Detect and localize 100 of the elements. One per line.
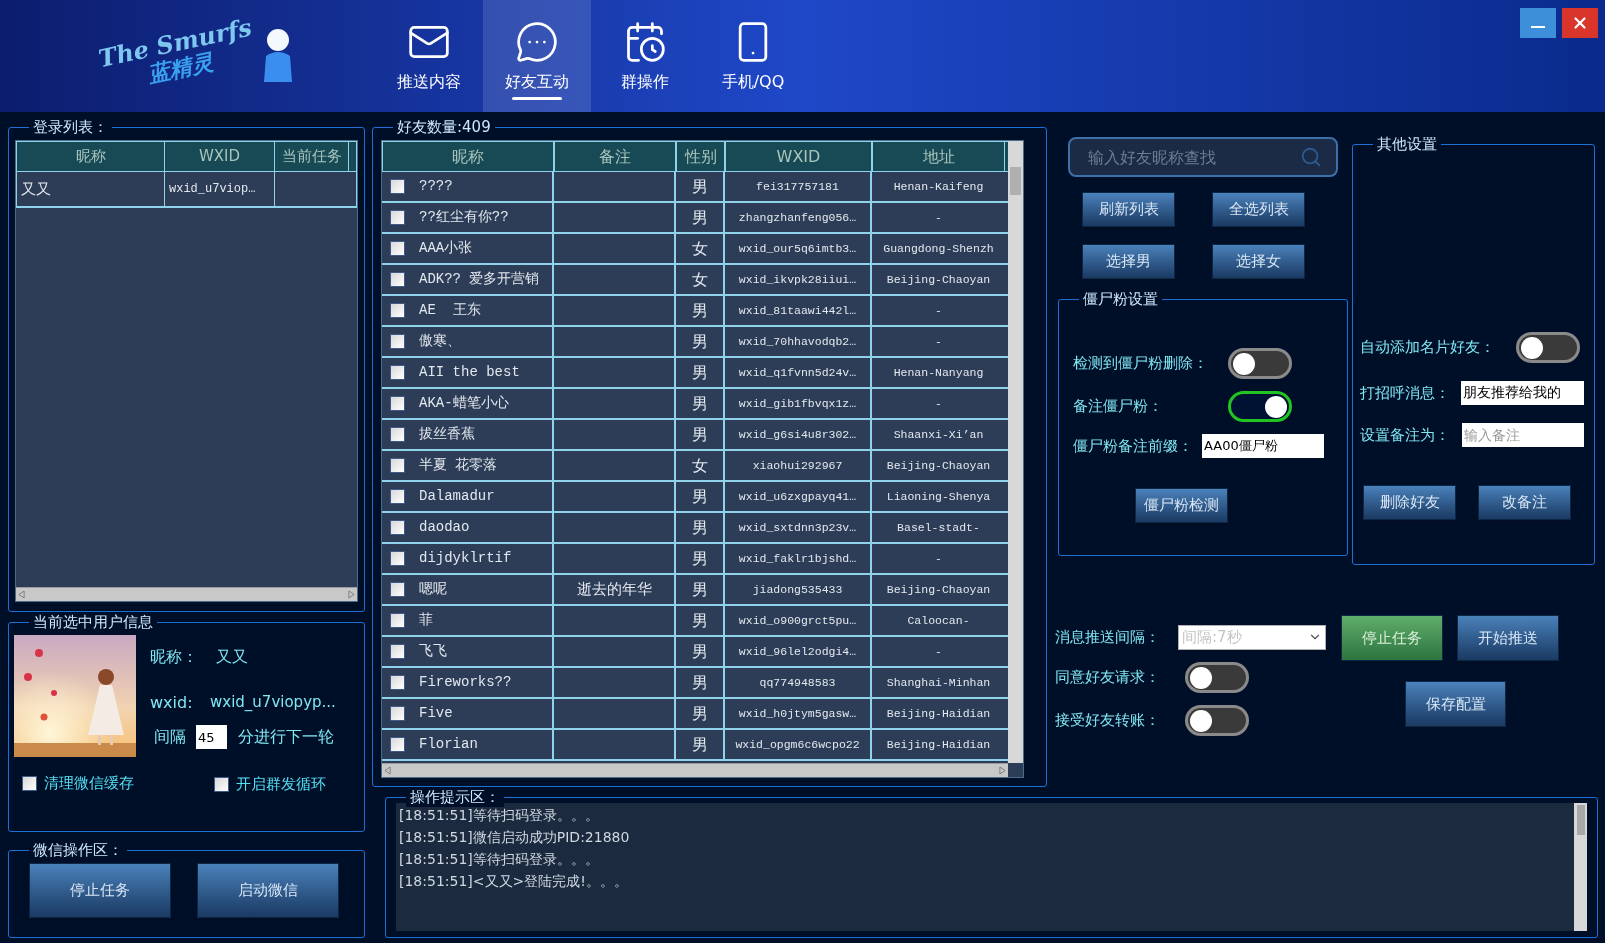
table-cell-text: Five (419, 704, 453, 723)
column-header[interactable]: 当前任务 (275, 142, 349, 171)
field-label: wxid: (150, 692, 194, 714)
action-button[interactable]: 保存配置 (1405, 681, 1506, 727)
checkbox[interactable] (390, 644, 405, 659)
table-cell-text: 拔丝香蕉 (419, 425, 475, 444)
nav-tab[interactable]: 群操作 (591, 0, 699, 112)
table-cell-text: - (935, 302, 942, 319)
scrollbar[interactable] (1574, 803, 1587, 931)
table-cell-text: 嗯呢 (419, 580, 447, 599)
table-cell-text: wxid_sxtdnn3p23v… (738, 519, 857, 536)
table-cell-text: 男 (691, 392, 708, 415)
chat-icon (515, 20, 559, 64)
checkbox[interactable] (390, 613, 405, 628)
toggle-switch[interactable] (1516, 332, 1580, 363)
interval-field[interactable]: 45 (196, 725, 227, 749)
table-cell-text: Caloocan- (907, 612, 970, 629)
column-header[interactable]: 昵称 (17, 142, 165, 171)
checkbox[interactable] (390, 241, 405, 256)
column-header[interactable]: WXID (725, 142, 872, 171)
search-icon (1300, 146, 1322, 168)
checkbox[interactable] (390, 396, 405, 411)
field-label: 接受好友转账： (1055, 710, 1161, 732)
field-label: 同意好友请求： (1055, 667, 1161, 689)
table-cell-text: wxid_70hhavodqb2… (738, 333, 857, 350)
checkbox[interactable] (390, 520, 405, 535)
table-cell: wxid_u7viop… (165, 172, 275, 206)
checkbox[interactable] (390, 303, 405, 318)
checkbox[interactable] (390, 272, 405, 287)
nav-tab[interactable]: 手机/QQ (699, 0, 807, 112)
table-cell-text: Liaoning-Shenya (886, 488, 991, 505)
section-title: 微信操作区： (29, 840, 127, 860)
action-button[interactable]: 停止任务 (29, 863, 171, 918)
table-cell-text: 男 (691, 609, 708, 632)
search-field[interactable]: 输入好友昵称查找 (1068, 137, 1338, 177)
checkbox-label[interactable]: 开启群发循环 (236, 773, 326, 796)
field-label: 间隔 (154, 726, 186, 748)
nav-tab[interactable]: 好友互动 (483, 0, 591, 112)
wxid-value: wxid_u7viopyp... (210, 692, 336, 713)
column-header[interactable]: WXID (165, 142, 275, 171)
table-cell-text: xiaohui292967 (752, 457, 843, 474)
checkbox[interactable] (390, 706, 405, 721)
toggle-switch[interactable] (1228, 391, 1292, 422)
action-button[interactable]: 删除好友 (1363, 485, 1456, 520)
checkbox[interactable] (214, 776, 229, 792)
table-cell-text: Shanghai-Minhan (886, 674, 991, 691)
checkbox-label[interactable]: 清理微信缓存 (44, 772, 134, 795)
checkbox[interactable] (390, 179, 405, 194)
table-cell-text: wxid_ikvpk28iiui… (738, 271, 857, 288)
minimize-button[interactable] (1520, 8, 1556, 38)
action-button[interactable]: 选择女 (1212, 244, 1305, 279)
table-cell-text: AAA小张 (419, 239, 473, 258)
column-header[interactable]: 昵称 (382, 142, 554, 171)
table-cell-text: - (935, 643, 942, 660)
table-cell-text: - (935, 395, 942, 412)
checkbox[interactable] (390, 675, 405, 690)
prefix-field[interactable]: AA00僵尸粉 (1202, 434, 1324, 458)
table-cell-text: 男 (691, 299, 708, 322)
table-cell-text: 菲 (419, 611, 433, 630)
nav-tab[interactable]: 推送内容 (375, 0, 483, 112)
section-title: 操作提示区： (406, 787, 504, 807)
table-cell-text: 傲寒、 (419, 332, 461, 351)
checkbox[interactable] (390, 365, 405, 380)
table-cell-text: 男 (691, 640, 708, 663)
scrollbar[interactable] (1008, 141, 1023, 763)
action-button[interactable]: 开始推送 (1457, 615, 1559, 661)
greeting-field[interactable]: 朋友推荐给我的 (1461, 381, 1584, 405)
action-button[interactable]: 全选列表 (1212, 192, 1305, 227)
checkbox[interactable] (390, 427, 405, 442)
action-button[interactable]: 选择男 (1082, 244, 1175, 279)
action-button[interactable]: 僵尸粉检测 (1135, 488, 1228, 523)
table-cell-text: Beijing-Haidian (886, 705, 991, 722)
table-cell-text: 男 (691, 361, 708, 384)
checkbox[interactable] (390, 551, 405, 566)
action-button[interactable]: 刷新列表 (1082, 192, 1175, 227)
table-cell-text: Beijing-Chaoyan (886, 271, 991, 288)
toggle-switch[interactable] (1228, 348, 1292, 379)
remark-field[interactable]: 输入备注 (1462, 423, 1584, 447)
checkbox[interactable] (390, 737, 405, 752)
action-button[interactable]: 启动微信 (197, 863, 339, 918)
field-label: 设置备注为： (1360, 424, 1451, 446)
table-cell: 又又 (17, 172, 165, 206)
toggle-switch[interactable] (1185, 662, 1249, 693)
checkbox[interactable] (390, 334, 405, 349)
checkbox[interactable] (390, 458, 405, 473)
checkbox[interactable] (390, 582, 405, 597)
checkbox[interactable] (390, 210, 405, 225)
table-cell-text: ??红尘有你?? (419, 208, 509, 227)
close-button[interactable] (1562, 8, 1598, 38)
log-line: [18:51:51]等待扫码登录。。。 (399, 806, 600, 825)
checkbox[interactable] (22, 775, 37, 791)
table-cell-text: 男 (691, 206, 708, 229)
field-label: 分进行下一轮 (238, 726, 334, 748)
column-header[interactable]: 备注 (554, 142, 676, 171)
action-button[interactable]: 停止任务 (1341, 615, 1443, 661)
checkbox[interactable] (390, 489, 405, 504)
action-button[interactable]: 改备注 (1478, 485, 1571, 520)
toggle-switch[interactable] (1185, 705, 1249, 736)
column-header[interactable]: 性别 (676, 142, 725, 171)
column-header[interactable]: 地址 (872, 142, 1005, 171)
